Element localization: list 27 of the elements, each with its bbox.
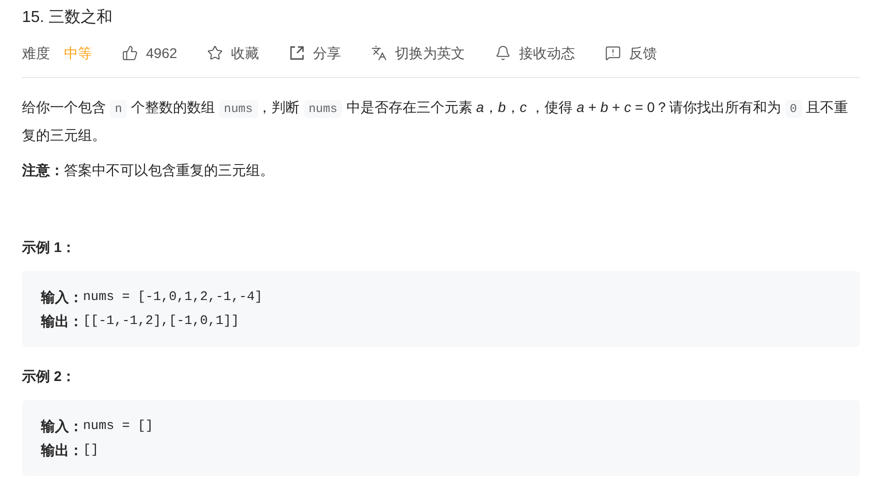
bell-button[interactable]: 接收动态 [495, 43, 576, 63]
example-title: 示例 2： [22, 367, 77, 386]
description-paragraph: 给你一个包含 n 个整数的数组 nums ，判断 nums 中是否存在三个元素 a，b，c ，使得 a + b + c = 0？请你找出所有和为 0 且不重复的三元组。 [22, 98, 849, 145]
problem-title: 15. 三数之和 [22, 8, 114, 28]
example-title: 示例 1： [22, 238, 77, 257]
difficulty-value: 中等 [64, 44, 92, 63]
star-icon [207, 45, 224, 61]
io-value: [[-1,-1,2],[-1,0,1]] [83, 312, 240, 330]
difficulty-label: 难度 [22, 44, 50, 63]
bell-icon [495, 45, 512, 61]
io-value: nums = [] [83, 417, 154, 435]
thumbs-up-icon [122, 45, 138, 61]
share-button[interactable]: 分享 [289, 43, 342, 63]
feedback-icon [605, 45, 622, 61]
star-button[interactable]: 收藏 [207, 43, 260, 63]
io-value: nums = [-1,0,1,2,-1,-4] [83, 288, 262, 306]
io-label: 输出： [41, 312, 83, 331]
io-label: 输出： [41, 441, 83, 460]
translate-button[interactable]: 切换为英文 [371, 43, 466, 63]
translate-icon [371, 45, 388, 61]
io-label: 输入： [41, 417, 83, 436]
note-text: 注意：答案中不可以包含重复的三元组。 [22, 161, 275, 180]
like-button[interactable]: 4962 [122, 43, 178, 63]
io-value: [] [83, 441, 99, 459]
io-label: 输入： [41, 288, 83, 307]
feedback-button[interactable]: 反馈 [605, 43, 658, 63]
share-icon [289, 45, 306, 61]
